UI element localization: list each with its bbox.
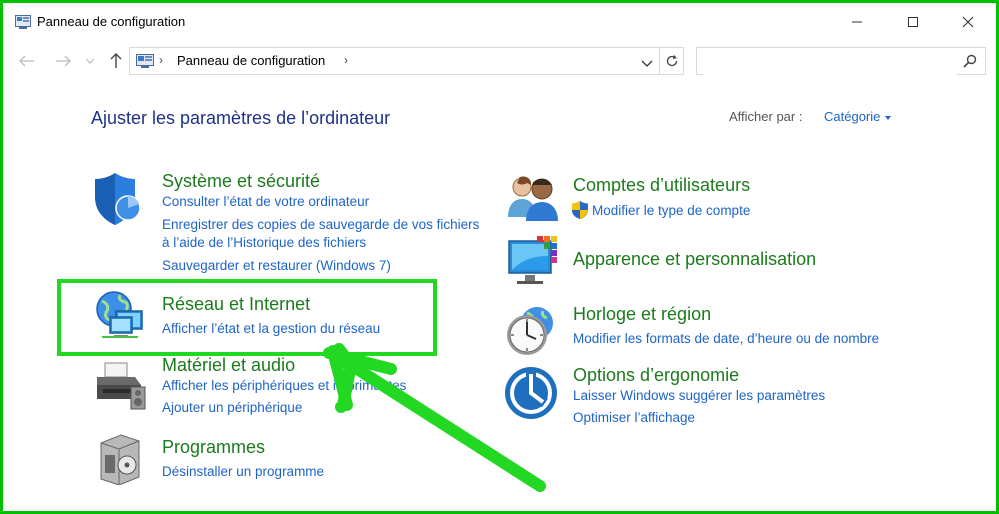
search-input[interactable] bbox=[703, 49, 957, 75]
arrow-up-icon bbox=[110, 53, 122, 68]
link-backup-restore[interactable]: Sauvegarder et restaurer (Windows 7) bbox=[162, 258, 391, 273]
breadcrumb-separator-icon[interactable]: › bbox=[344, 53, 348, 67]
arrow-right-icon bbox=[56, 55, 71, 67]
category-clock-region-title[interactable]: Horloge et région bbox=[573, 304, 711, 325]
link-let-windows-suggest[interactable]: Laisser Windows suggérer les paramètres bbox=[573, 388, 825, 403]
user-accounts-icon[interactable] bbox=[506, 173, 560, 226]
address-bar[interactable]: › Panneau de configuration › bbox=[129, 47, 660, 75]
link-change-date-time-formats[interactable]: Modifier les formats de date, d’heure ou… bbox=[573, 331, 879, 346]
refresh-icon bbox=[666, 55, 677, 67]
breadcrumb-control-panel[interactable]: Panneau de configuration bbox=[177, 53, 325, 68]
maximize-icon bbox=[908, 17, 918, 27]
close-icon bbox=[962, 16, 974, 28]
control-panel-app-icon bbox=[15, 15, 31, 34]
view-by-label: Afficher par : bbox=[729, 109, 803, 124]
title-bar: Panneau de configuration bbox=[3, 3, 996, 41]
ease-of-access-icon[interactable] bbox=[503, 365, 559, 426]
category-programs-title[interactable]: Programmes bbox=[162, 437, 265, 458]
window-title: Panneau de configuration bbox=[37, 14, 186, 29]
minimize-icon bbox=[852, 21, 862, 23]
link-backup-copies-line2[interactable]: à l’aide de l’Historique des fichiers bbox=[162, 235, 366, 250]
page-heading: Ajuster les paramètres de l’ordinateur bbox=[91, 108, 391, 128]
minimize-button[interactable] bbox=[834, 3, 880, 41]
category-appearance-title[interactable]: Apparence et personnalisation bbox=[573, 249, 816, 270]
view-by-dropdown[interactable]: Catégorie bbox=[824, 109, 892, 124]
programs-icon[interactable] bbox=[97, 433, 143, 490]
view-by-value[interactable]: Catégorie bbox=[824, 109, 880, 124]
close-button[interactable] bbox=[945, 3, 991, 41]
uac-shield-icon bbox=[571, 200, 589, 225]
annotation-highlight-box bbox=[57, 279, 437, 356]
appearance-icon[interactable] bbox=[507, 235, 563, 292]
link-optimize-display[interactable]: Optimiser l’affichage bbox=[573, 410, 695, 425]
link-devices-printers[interactable]: Afficher les périphériques et imprimante… bbox=[162, 378, 406, 393]
up-button[interactable] bbox=[106, 51, 126, 71]
control-panel-window: Panneau de configuration › Panneau de co… bbox=[3, 3, 996, 511]
navigation-bar: › Panneau de configuration › bbox=[3, 41, 996, 81]
forward-button[interactable] bbox=[53, 51, 73, 71]
category-user-accounts-title[interactable]: Comptes d’utilisateurs bbox=[573, 175, 750, 196]
shield-icon[interactable] bbox=[93, 171, 145, 232]
maximize-button[interactable] bbox=[890, 3, 936, 41]
printer-icon[interactable] bbox=[93, 359, 149, 418]
category-system-security-title[interactable]: Système et sécurité bbox=[162, 171, 320, 192]
search-box[interactable] bbox=[696, 47, 986, 75]
search-icon[interactable] bbox=[963, 54, 977, 73]
link-add-device[interactable]: Ajouter un périphérique bbox=[162, 400, 302, 415]
link-backup-copies[interactable]: Enregistrer des copies de sauvegarde de … bbox=[162, 217, 479, 232]
recent-locations-button[interactable] bbox=[83, 51, 97, 71]
address-dropdown-button[interactable] bbox=[641, 55, 653, 73]
refresh-button[interactable] bbox=[660, 47, 684, 75]
caret-down-icon[interactable] bbox=[885, 115, 892, 120]
link-uninstall-program[interactable]: Désinstaller un programme bbox=[162, 464, 324, 479]
category-hardware-sound-title[interactable]: Matériel et audio bbox=[162, 355, 295, 376]
link-check-computer-status[interactable]: Consulter l’état de votre ordinateur bbox=[162, 194, 369, 209]
category-ease-of-access-title[interactable]: Options d’ergonomie bbox=[573, 365, 739, 386]
control-panel-crumb-icon bbox=[136, 54, 154, 74]
chevron-down-icon bbox=[85, 58, 95, 64]
link-change-account-type[interactable]: Modifier le type de compte bbox=[592, 203, 750, 218]
chevron-down-icon bbox=[641, 60, 653, 67]
breadcrumb-separator-icon[interactable]: › bbox=[159, 53, 163, 67]
back-button[interactable] bbox=[17, 51, 37, 71]
clock-icon[interactable] bbox=[503, 303, 559, 364]
arrow-left-icon bbox=[19, 55, 34, 67]
